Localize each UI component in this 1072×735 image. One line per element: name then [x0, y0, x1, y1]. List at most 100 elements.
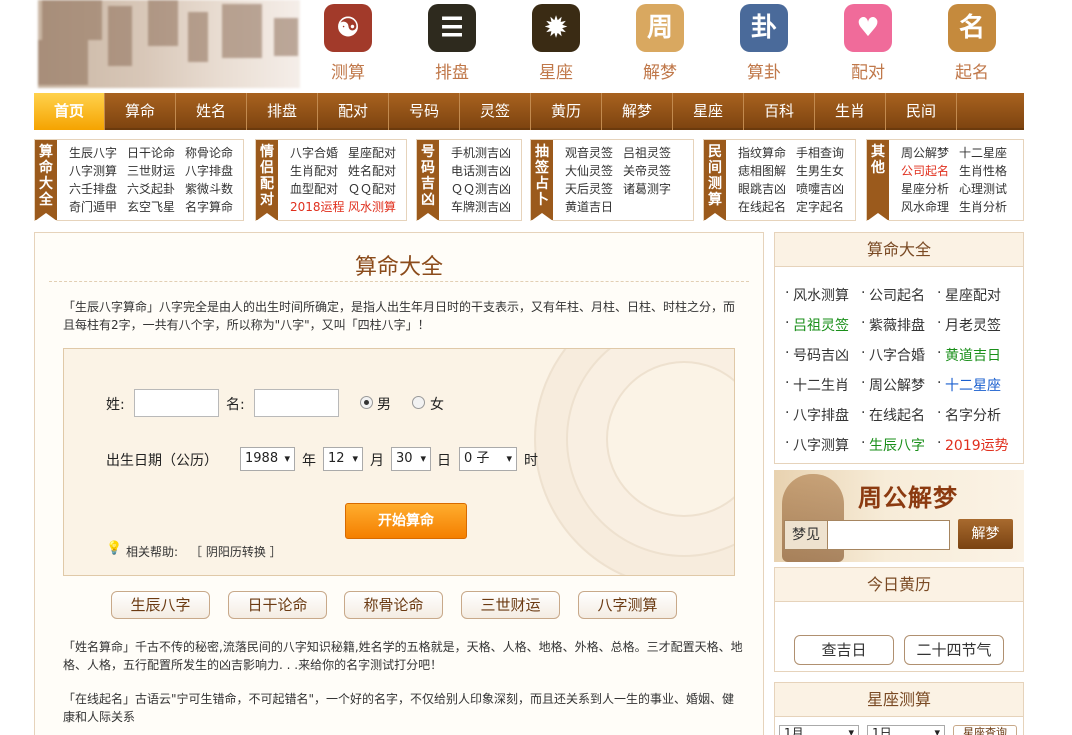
- nav-item[interactable]: 号码: [389, 93, 460, 130]
- horoscope-query-button[interactable]: 星座查询: [953, 725, 1017, 735]
- category-link[interactable]: 在线起名: [738, 199, 796, 215]
- category-link[interactable]: 生肖配对: [290, 163, 348, 179]
- category-link[interactable]: 观音灵签: [565, 145, 623, 161]
- category-link[interactable]: 2018运程: [290, 199, 348, 215]
- sidebar-link[interactable]: 号码吉凶: [793, 345, 849, 365]
- dream-submit-button[interactable]: 解梦: [958, 519, 1013, 549]
- category-link[interactable]: 三世财运: [127, 163, 185, 179]
- category-link[interactable]: ＱＱ配对: [348, 181, 406, 197]
- surname-input[interactable]: [134, 389, 219, 417]
- nav-item[interactable]: 排盘: [247, 93, 318, 130]
- hour-select[interactable]: 0 子: [459, 447, 517, 471]
- category-link[interactable]: 玄空飞星: [127, 199, 185, 215]
- dream-input[interactable]: [829, 521, 949, 549]
- birth-day-select[interactable]: 1日: [867, 725, 945, 735]
- top-nav-bagua-board[interactable]: ☰ 排盘: [417, 4, 487, 83]
- category-link[interactable]: 紫微斗数: [185, 181, 243, 197]
- category-link[interactable]: 车牌测吉凶: [451, 199, 521, 215]
- nav-item[interactable]: 配对: [318, 93, 389, 130]
- category-link[interactable]: ＱＱ测吉凶: [451, 181, 521, 197]
- category-link[interactable]: 定字起名: [796, 199, 854, 215]
- sidebar-link[interactable]: 八字测算: [793, 435, 849, 455]
- male-radio[interactable]: [360, 396, 373, 409]
- sidebar-link[interactable]: 十二生肖: [793, 375, 849, 395]
- sidebar-link[interactable]: 名字分析: [945, 405, 1001, 425]
- category-link[interactable]: 手相查询: [796, 145, 854, 161]
- category-link[interactable]: 六爻起卦: [127, 181, 185, 197]
- given-name-input[interactable]: [254, 389, 339, 417]
- top-nav-name-char[interactable]: 名起名: [937, 4, 1007, 83]
- sidebar-link[interactable]: 公司起名: [869, 285, 925, 305]
- category-link[interactable]: 十二星座: [959, 145, 1017, 161]
- category-link[interactable]: 名字算命: [185, 199, 243, 215]
- category-link[interactable]: 手机测吉凶: [451, 145, 521, 161]
- nav-item[interactable]: 黄历: [531, 93, 602, 130]
- category-link[interactable]: 电话测吉凶: [451, 163, 521, 179]
- category-link[interactable]: 星座配对: [348, 145, 406, 161]
- category-link[interactable]: 周公解梦: [901, 145, 959, 161]
- sidebar-link[interactable]: 周公解梦: [869, 375, 925, 395]
- category-link[interactable]: 诸葛测字: [623, 181, 681, 197]
- category-link[interactable]: 公司起名: [901, 163, 959, 179]
- category-link[interactable]: 风水命理: [901, 199, 959, 215]
- sidebar-link[interactable]: 十二星座: [945, 375, 1001, 395]
- category-link[interactable]: 奇门遁甲: [69, 199, 127, 215]
- sidebar-link[interactable]: 星座配对: [945, 285, 1001, 305]
- nav-item[interactable]: 首页: [34, 93, 105, 130]
- category-link[interactable]: 姓名配对: [348, 163, 406, 179]
- sidebar-link[interactable]: 月老灵签: [945, 315, 1001, 335]
- nav-item[interactable]: 生肖: [815, 93, 886, 130]
- female-radio[interactable]: [412, 396, 425, 409]
- lunar-convert-link[interactable]: ［ 阴阳历转换 ］: [190, 543, 282, 560]
- sidebar-link[interactable]: 八字排盘: [793, 405, 849, 425]
- quick-link-button[interactable]: 称骨论命: [344, 591, 443, 619]
- category-link[interactable]: 生男生女: [796, 163, 854, 179]
- category-link[interactable]: 生肖性格: [959, 163, 1017, 179]
- category-link[interactable]: 日干论命: [127, 145, 185, 161]
- top-nav-zodiac-wheel[interactable]: ✹ 星座: [521, 4, 591, 83]
- sidebar-link[interactable]: 紫薇排盘: [869, 315, 925, 335]
- top-nav-couple[interactable]: ♥ 配对: [833, 4, 903, 83]
- category-link[interactable]: 眼跳吉凶: [738, 181, 796, 197]
- quick-link-button[interactable]: 日干论命: [228, 591, 327, 619]
- category-link[interactable]: 大仙灵签: [565, 163, 623, 179]
- category-link[interactable]: 六壬排盘: [69, 181, 127, 197]
- category-link[interactable]: 星座分析: [901, 181, 959, 197]
- category-link[interactable]: 关帝灵签: [623, 163, 681, 179]
- sidebar-link[interactable]: 生辰八字: [869, 435, 925, 455]
- sidebar-link[interactable]: 吕祖灵签: [793, 315, 849, 335]
- category-link[interactable]: 八字排盘: [185, 163, 243, 179]
- sidebar-link[interactable]: 2019运势: [945, 435, 1009, 455]
- auspicious-day-button[interactable]: 查吉日: [794, 635, 894, 665]
- category-link[interactable]: 吕祖灵签: [623, 145, 681, 161]
- sidebar-link[interactable]: 风水测算: [793, 285, 849, 305]
- category-link[interactable]: 八字测算: [69, 163, 127, 179]
- category-link[interactable]: 生肖分析: [959, 199, 1017, 215]
- top-nav-fortune-stall[interactable]: 卦算卦: [729, 4, 799, 83]
- year-select[interactable]: 1988: [240, 447, 295, 471]
- nav-item[interactable]: 民间: [886, 93, 957, 130]
- category-link[interactable]: 喷嚏吉凶: [796, 181, 854, 197]
- sidebar-link[interactable]: 在线起名: [869, 405, 925, 425]
- quick-link-button[interactable]: 三世财运: [461, 591, 560, 619]
- top-nav-dream-book[interactable]: 周解梦: [625, 4, 695, 83]
- category-link[interactable]: 称骨论命: [185, 145, 243, 161]
- category-link[interactable]: 痣相图解: [738, 163, 796, 179]
- day-select[interactable]: 30: [391, 447, 431, 471]
- sidebar-link[interactable]: 八字合婚: [869, 345, 925, 365]
- birth-month-select[interactable]: 1月: [779, 725, 859, 735]
- category-link[interactable]: 指纹算命: [738, 145, 796, 161]
- category-link[interactable]: 八字合婚: [290, 145, 348, 161]
- category-link[interactable]: 血型配对: [290, 181, 348, 197]
- quick-link-button[interactable]: 八字测算: [578, 591, 677, 619]
- sidebar-link[interactable]: 黄道吉日: [945, 345, 1001, 365]
- category-link[interactable]: 生辰八字: [69, 145, 127, 161]
- site-logo[interactable]: [38, 0, 300, 88]
- category-link[interactable]: 黄道吉日: [565, 199, 623, 215]
- nav-item[interactable]: 百科: [744, 93, 815, 130]
- nav-item[interactable]: 姓名: [176, 93, 247, 130]
- category-link[interactable]: 风水测算: [348, 199, 406, 215]
- start-fortune-button[interactable]: 开始算命: [345, 503, 467, 539]
- nav-item[interactable]: 灵签: [460, 93, 531, 130]
- category-link[interactable]: 心理测试: [959, 181, 1017, 197]
